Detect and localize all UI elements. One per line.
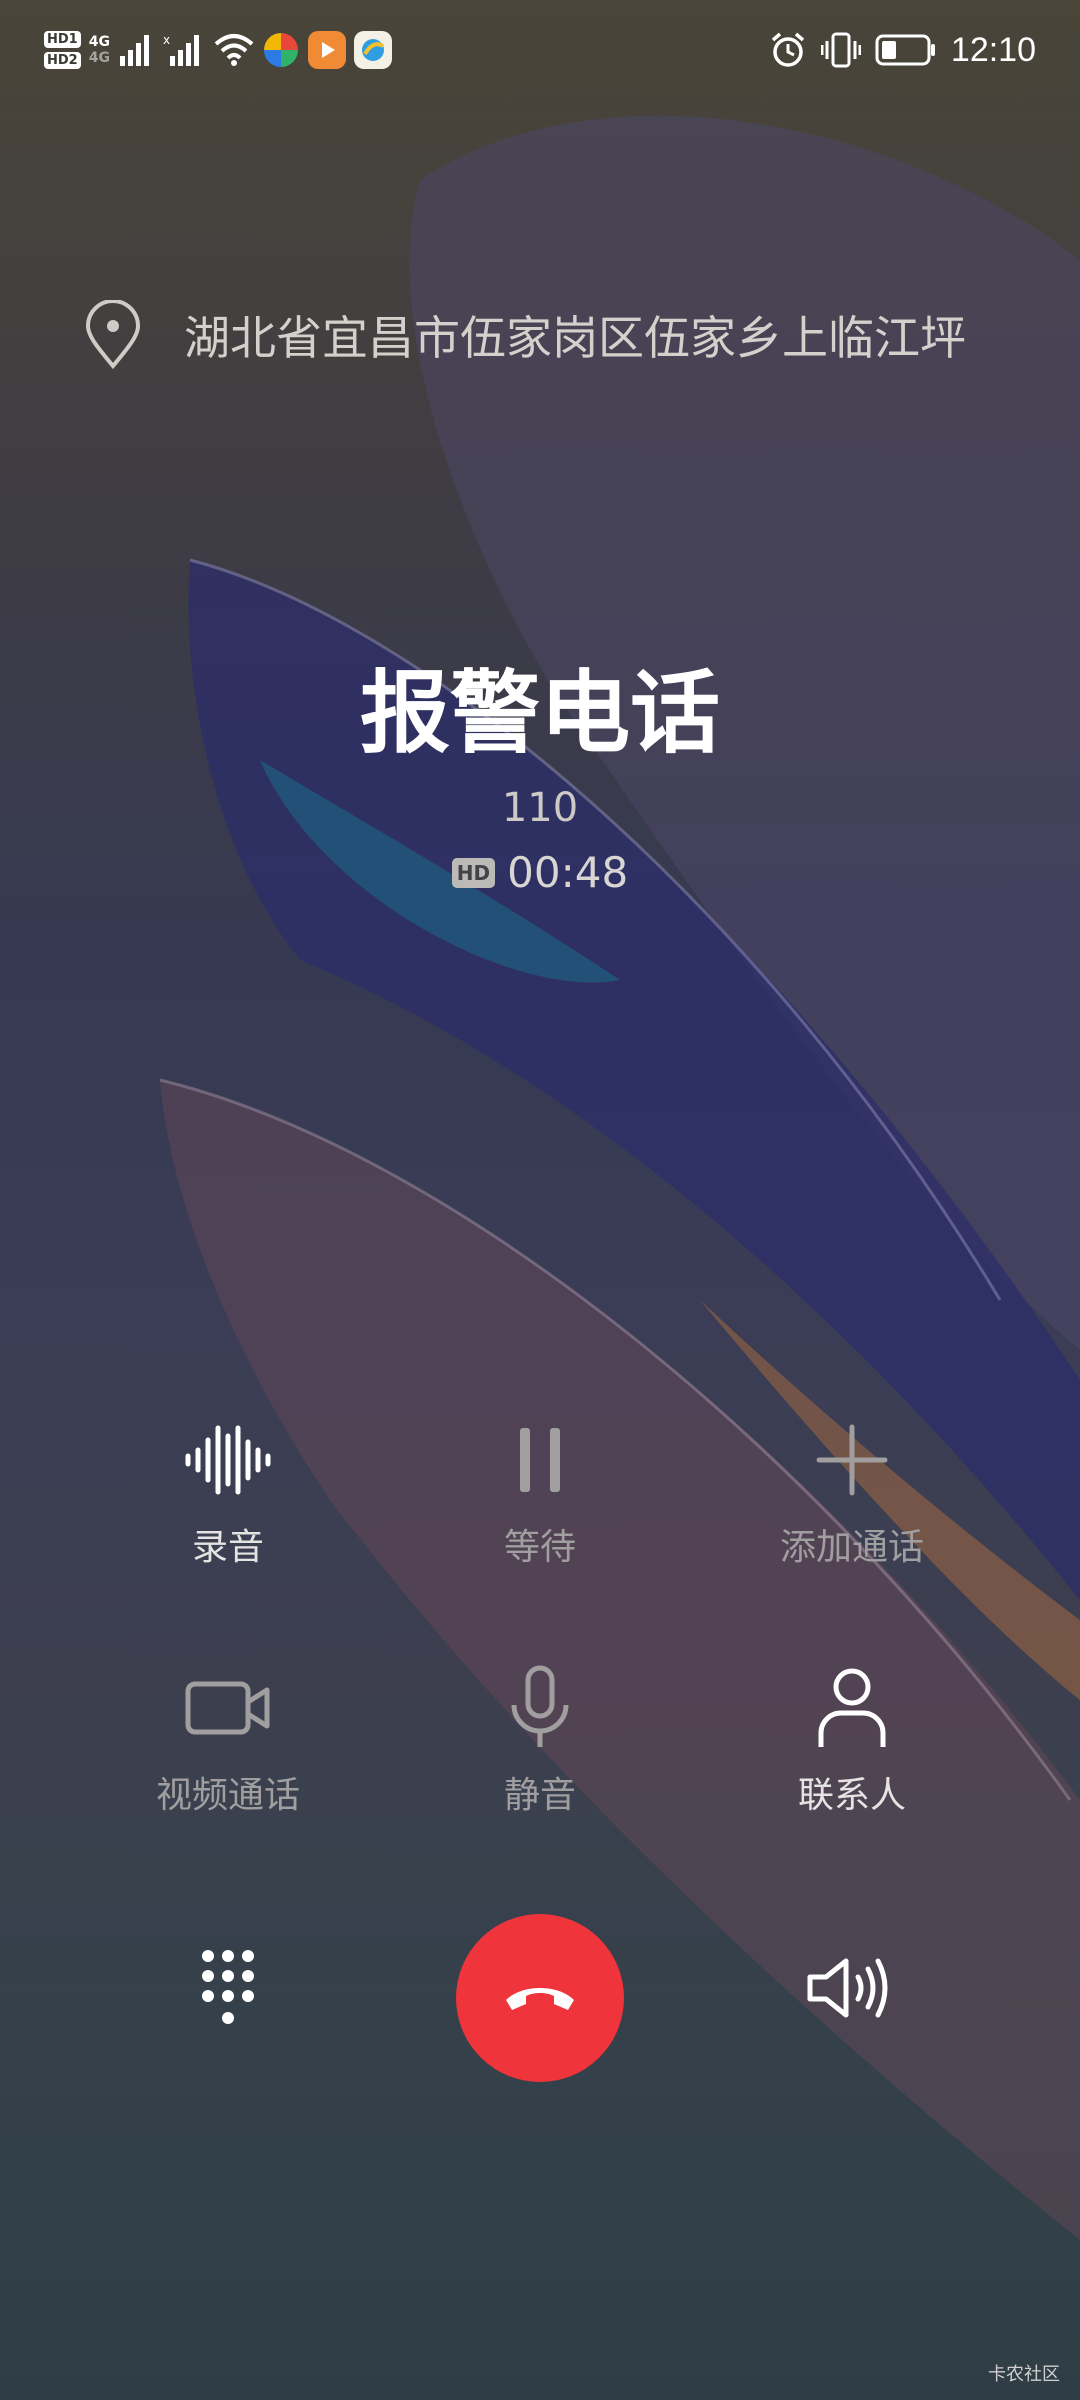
call-duration: 00:48 [507, 848, 629, 897]
dialpad-icon [202, 1950, 254, 2024]
plus-icon [816, 1424, 888, 1496]
alarm-icon [771, 32, 805, 67]
contacts-button[interactable]: 联系人 [702, 1660, 1002, 1830]
speaker-icon [807, 1958, 888, 2018]
pause-icon [520, 1428, 560, 1492]
record-label: 录音 [191, 1527, 264, 1568]
wifi-icon [214, 34, 254, 66]
mute-label: 静音 [503, 1775, 576, 1816]
volte-indicator: HD1 HD2 [44, 31, 81, 69]
video-call-button[interactable]: 视频通话 [78, 1660, 378, 1830]
call-duration-row: HD 00:48 [0, 848, 1080, 897]
hd-label-1: HD1 [44, 31, 81, 48]
signal-icon-sim2: x [163, 33, 199, 66]
status-bar: HD1 HD2 4G 4G x 12:10 [0, 0, 1080, 100]
clock: 12:10 [950, 30, 1036, 69]
location-pin-icon [85, 300, 141, 370]
caller-location: 湖北省宜昌市伍家岗区伍家乡上临江坪 [82, 295, 1032, 375]
svg-text:x: x [163, 33, 170, 47]
location-text: 湖北省宜昌市伍家岗区伍家乡上临江坪 [184, 311, 966, 365]
network-type: 4G 4G [89, 34, 110, 66]
caller-name: 报警电话 [360, 661, 720, 766]
hold-label: 等待 [503, 1527, 576, 1568]
hd-label-2: HD2 [44, 52, 81, 69]
add-call-label: 添加通话 [779, 1527, 924, 1568]
microphone-icon [511, 1665, 569, 1747]
network-label-1: 4G [88, 34, 110, 50]
caller-number: 110 [501, 785, 579, 831]
end-call-button[interactable] [456, 1914, 624, 2082]
waveform-icon [185, 1425, 271, 1495]
video-app-icon [307, 31, 346, 69]
add-call-button[interactable]: 添加通话 [702, 1412, 1002, 1582]
watermark: 卡农社区 [988, 2364, 1060, 2385]
network-label-2: 4G [88, 50, 110, 66]
video-call-label: 视频通话 [155, 1775, 300, 1816]
hold-button[interactable]: 等待 [390, 1412, 690, 1582]
hang-up-icon [506, 1988, 574, 2010]
app-notification-icon [263, 33, 298, 67]
contacts-label: 联系人 [797, 1775, 906, 1816]
signal-icon [119, 35, 149, 66]
record-button[interactable]: 录音 [78, 1412, 378, 1582]
speaker-button[interactable] [800, 1940, 900, 2036]
mute-button[interactable]: 静音 [390, 1660, 690, 1830]
video-camera-icon [185, 1681, 270, 1735]
hd-call-badge: HD [451, 857, 496, 888]
dialpad-button[interactable] [180, 1940, 276, 2036]
battery-icon [875, 34, 935, 66]
person-icon [818, 1668, 886, 1747]
vibrate-icon [820, 32, 861, 68]
browser-app-icon [353, 31, 392, 69]
